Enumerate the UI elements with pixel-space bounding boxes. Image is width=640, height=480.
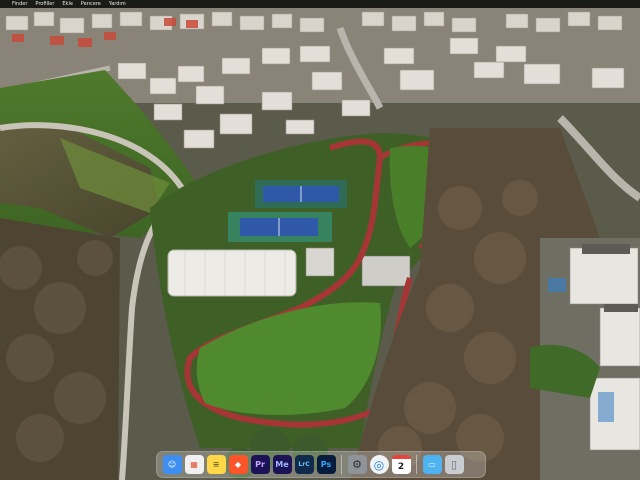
notes-icon[interactable]: ≡	[206, 455, 226, 474]
brave-icon[interactable]: ◆	[228, 455, 248, 474]
lightroom-classic-icon[interactable]: LrC	[294, 455, 314, 474]
dock: ☺ ▦ ≡ ◆ Pr Me LrC Ps ⚙ ◎ 2 ▭ ▯	[156, 451, 486, 478]
menu-item-help[interactable]: Yardım	[109, 0, 126, 8]
menu-bar: Finder Profiller Ekle Pencere Yardım	[0, 0, 640, 8]
photoshop-icon[interactable]: Ps	[316, 455, 336, 474]
media-encoder-icon[interactable]: Me	[272, 455, 292, 474]
system-settings-icon[interactable]: ⚙	[347, 455, 367, 474]
calendar-icon[interactable]: 2	[391, 455, 411, 474]
dock-separator	[341, 455, 342, 474]
desktop-wallpaper	[0, 8, 640, 480]
safari-icon[interactable]: ◎	[369, 455, 389, 474]
launchpad-icon[interactable]: ▦	[184, 455, 204, 474]
premiere-icon[interactable]: Pr	[250, 455, 270, 474]
finder-icon[interactable]: ☺	[162, 455, 182, 474]
menu-item-profiles[interactable]: Profiller	[35, 0, 54, 8]
menu-item-insert[interactable]: Ekle	[62, 0, 73, 8]
menu-item-finder[interactable]: Finder	[12, 0, 27, 8]
trash-icon[interactable]: ▯	[444, 455, 464, 474]
dock-separator	[416, 455, 417, 474]
folder-icon[interactable]: ▭	[422, 455, 442, 474]
menu-item-window[interactable]: Pencere	[81, 0, 101, 8]
